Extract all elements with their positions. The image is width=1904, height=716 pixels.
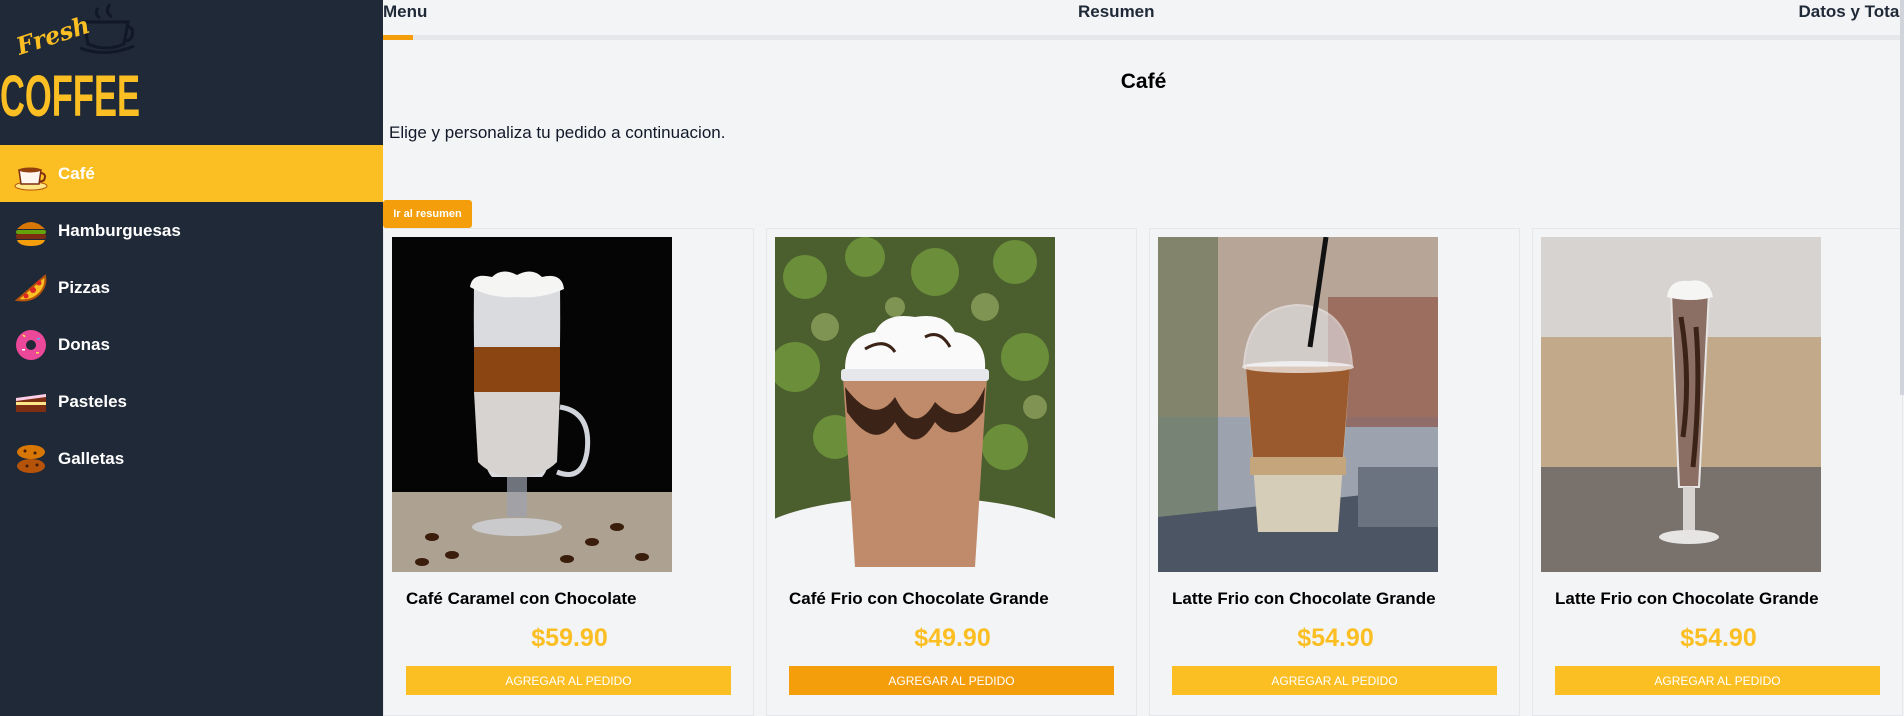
sidebar-item-cafe[interactable]: Café	[0, 145, 383, 202]
progress-fill	[383, 35, 414, 40]
step-menu[interactable]: Menu	[383, 2, 427, 22]
sidebar-item-label: Galletas	[58, 448, 125, 468]
sidebar-item-donas[interactable]: Donas	[0, 316, 383, 373]
product-name: Latte Frio con Chocolate Grande	[1555, 589, 1819, 608]
main-content: Menu Resumen Datos y Total Café Elige y …	[383, 0, 1904, 716]
donut-icon	[12, 326, 50, 364]
pizza-icon	[12, 269, 50, 307]
category-nav: Café Hamburguesas Pizzas Donas Pasteles	[0, 145, 383, 487]
sidebar-item-label: Hamburguesas	[58, 220, 181, 240]
svg-text:Fresh: Fresh	[12, 10, 94, 61]
step-resumen[interactable]: Resumen	[1078, 2, 1155, 22]
sidebar-item-pizzas[interactable]: Pizzas	[0, 259, 383, 316]
page-title: Café	[1120, 70, 1167, 93]
step-datos-total[interactable]: Datos y Total	[1799, 2, 1904, 22]
product-card: Latte Frio con Chocolate Grande $54.90 A…	[1149, 228, 1520, 716]
sidebar-item-label: Pizzas	[58, 277, 110, 297]
product-price: $54.90	[1680, 624, 1757, 652]
product-card: Café Caramel con Chocolate $59.90 AGREGA…	[383, 228, 754, 716]
burger-icon	[12, 212, 50, 250]
sidebar-item-label: Donas	[58, 334, 110, 354]
order-steps: Menu Resumen Datos y Total	[383, 0, 1904, 40]
product-name: Café Frio con Chocolate Grande	[789, 589, 1049, 608]
scrollbar[interactable]	[1900, 0, 1904, 395]
add-to-order-button[interactable]: AGREGAR AL PEDIDO	[406, 666, 731, 695]
coffee-cup-icon	[12, 155, 50, 193]
sidebar-item-pasteles[interactable]: Pasteles	[0, 373, 383, 430]
sidebar: Fresh COFFEE Café Hamburguesas Pizzas Do…	[0, 0, 383, 716]
product-price: $54.90	[1297, 624, 1374, 652]
cookies-icon	[12, 440, 50, 478]
add-to-order-button[interactable]: AGREGAR AL PEDIDO	[1172, 666, 1497, 695]
page-subtitle: Elige y personaliza tu pedido a continua…	[389, 123, 726, 142]
cake-icon	[12, 383, 50, 421]
product-grid: Café Caramel con Chocolate $59.90 AGREGA…	[383, 228, 1904, 716]
product-price: $59.90	[531, 624, 608, 652]
go-to-summary-button[interactable]: Ir al resumen	[383, 200, 472, 228]
product-image	[392, 237, 672, 572]
product-card: Café Frio con Chocolate Grande $49.90 AG…	[766, 228, 1137, 716]
product-card: Latte Frio con Chocolate Grande $54.90 A…	[1532, 228, 1903, 716]
svg-text:COFFEE: COFFEE	[0, 64, 140, 125]
product-image	[1541, 237, 1821, 572]
sidebar-item-label: Pasteles	[58, 391, 127, 411]
progress-bar	[383, 35, 1904, 40]
sidebar-item-hamburguesas[interactable]: Hamburguesas	[0, 202, 383, 259]
product-name: Café Caramel con Chocolate	[406, 589, 637, 608]
product-name: Latte Frio con Chocolate Grande	[1172, 589, 1436, 608]
fresh-coffee-logo: Fresh COFFEE	[0, 0, 150, 125]
add-to-order-button[interactable]: AGREGAR AL PEDIDO	[1555, 666, 1880, 695]
sidebar-item-galletas[interactable]: Galletas	[0, 430, 383, 487]
sidebar-item-label: Café	[58, 163, 95, 183]
product-image	[1158, 237, 1438, 572]
product-image	[775, 237, 1055, 572]
product-price: $49.90	[914, 624, 991, 652]
add-to-order-button[interactable]: AGREGAR AL PEDIDO	[789, 666, 1114, 695]
